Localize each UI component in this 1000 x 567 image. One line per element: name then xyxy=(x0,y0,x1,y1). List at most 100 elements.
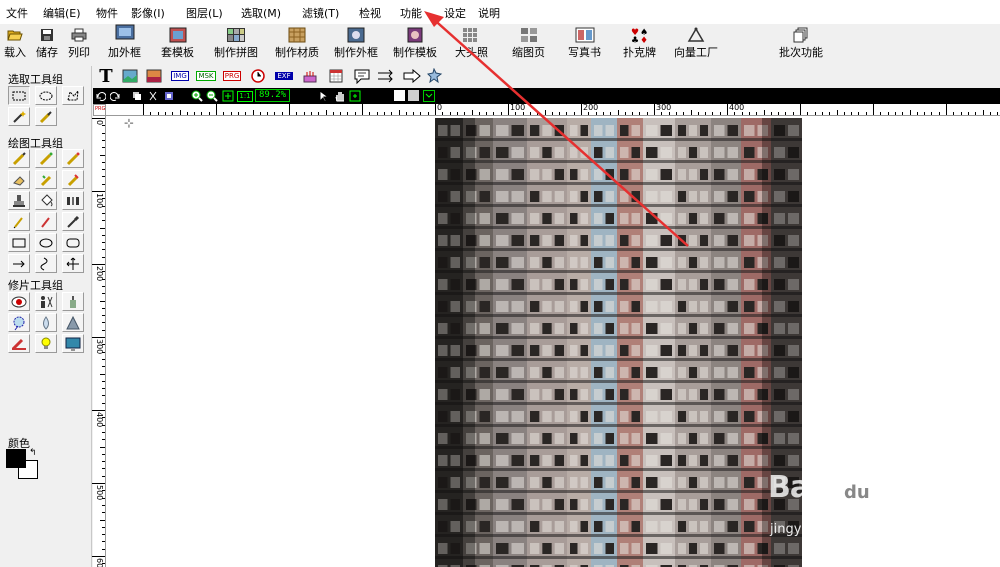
red-eye-tool[interactable] xyxy=(8,292,30,311)
exf-button[interactable]: EXF xyxy=(273,66,295,86)
menu-settings[interactable]: 设定 xyxy=(444,5,466,21)
star-shape-button[interactable] xyxy=(425,66,447,86)
clock-button[interactable] xyxy=(247,66,269,86)
template-button[interactable]: 套模板 xyxy=(161,26,194,60)
zoom-out-button[interactable] xyxy=(206,90,218,102)
gray-canvas-swatch[interactable] xyxy=(408,90,419,101)
clone-tool[interactable] xyxy=(35,292,57,311)
swap-colors-icon[interactable]: ↰ xyxy=(29,449,37,458)
insert-image-button[interactable] xyxy=(119,66,141,86)
msk-layer-button[interactable]: MSK xyxy=(195,66,217,86)
menu-help[interactable]: 说明 xyxy=(478,5,500,21)
menu-view[interactable]: 检视 xyxy=(359,5,381,21)
cake-button[interactable] xyxy=(299,66,321,86)
arrow-shape-button[interactable] xyxy=(401,66,423,86)
color-select-tool[interactable] xyxy=(35,107,57,126)
img-layer-button[interactable]: IMG xyxy=(169,66,191,86)
insert-photo-button[interactable] xyxy=(143,66,165,86)
canvas-dropdown[interactable] xyxy=(423,90,435,102)
red-pen-tool[interactable] xyxy=(35,212,57,231)
dodge-tool[interactable] xyxy=(62,292,84,311)
photo-book-button[interactable]: 写真书 xyxy=(568,26,601,60)
menu-filter[interactable]: 滤镜(T) xyxy=(302,5,339,21)
vector-factory-button[interactable]: 向量工厂 xyxy=(674,26,718,60)
ruler-label: 400 xyxy=(729,103,745,112)
load-button[interactable]: 载入 xyxy=(4,26,26,60)
eraser-tool[interactable] xyxy=(8,170,30,189)
copy-button[interactable] xyxy=(131,90,143,102)
menu-edit[interactable]: 编辑(E) xyxy=(43,5,81,21)
ruler-tick xyxy=(486,112,488,115)
paste-button[interactable] xyxy=(163,90,175,102)
line-tool[interactable] xyxy=(8,254,30,273)
blur-tool[interactable] xyxy=(35,313,57,332)
move-tool[interactable] xyxy=(62,254,84,273)
big-head-button[interactable]: 大头照 xyxy=(455,26,488,60)
menu-select[interactable]: 选取(M) xyxy=(241,5,281,21)
document-photo[interactable] xyxy=(435,118,802,567)
blemish-tool[interactable] xyxy=(8,313,30,332)
text-tool-button[interactable]: T xyxy=(95,66,117,87)
print-button[interactable]: 列印 xyxy=(68,26,90,60)
canvas-area[interactable]: PRG 0 100 200 300 400 0 100 200 300 400 500 600 ⊹ … xyxy=(92,103,1000,567)
connector-button[interactable] xyxy=(375,66,397,86)
ellipse-select-tool[interactable] xyxy=(35,86,57,105)
ruler-tick xyxy=(102,169,105,171)
airbrush-tool[interactable] xyxy=(35,149,57,168)
gradient-tool[interactable] xyxy=(62,191,84,210)
crop-button[interactable] xyxy=(349,90,361,102)
thumb-page-button[interactable]: 缩图页 xyxy=(512,26,545,60)
zoom-in-button[interactable] xyxy=(191,90,203,102)
zoom-out-icon xyxy=(206,90,218,102)
ruler-tick xyxy=(741,112,743,115)
speech-bubble-button[interactable] xyxy=(351,66,373,86)
calendar-button[interactable] xyxy=(325,66,347,86)
screen-tool[interactable] xyxy=(62,334,84,353)
menu-function[interactable]: 功能 xyxy=(400,5,422,21)
color-brush-tool[interactable] xyxy=(8,334,30,353)
fit-window-button[interactable] xyxy=(222,90,234,102)
pointer-button[interactable] xyxy=(318,90,330,102)
sharpen-icon xyxy=(67,173,79,186)
make-frame-button[interactable]: 制作外框 xyxy=(334,26,378,60)
save-button[interactable]: 储存 xyxy=(36,26,58,60)
pencil-tool[interactable] xyxy=(8,149,30,168)
collage-button[interactable]: 制作拼图 xyxy=(214,26,258,60)
sharpen-tool[interactable] xyxy=(62,170,84,189)
sharpen-cone-tool[interactable] xyxy=(62,313,84,332)
prg-layer-button[interactable]: PRG xyxy=(221,66,243,86)
batch-button[interactable]: 批次功能 xyxy=(779,26,823,60)
foreground-color-swatch[interactable] xyxy=(6,449,26,468)
menu-image[interactable]: 影像(I) xyxy=(131,5,165,21)
lasso-select-tool[interactable] xyxy=(62,86,84,105)
ruler-tick xyxy=(493,112,495,115)
stamp-tool[interactable] xyxy=(8,191,30,210)
menu-file[interactable]: 文件 xyxy=(6,5,28,21)
ruler-label: 100 xyxy=(95,193,104,209)
highlighter-tool[interactable] xyxy=(62,149,84,168)
actual-size-button[interactable]: 1:1 xyxy=(237,90,253,102)
material-button[interactable]: 制作材质 xyxy=(275,26,319,60)
ruler-tick xyxy=(946,103,947,115)
rect-select-tool[interactable] xyxy=(8,86,30,105)
menu-layer[interactable]: 图层(L) xyxy=(186,5,223,21)
eyedropper-tool[interactable] xyxy=(62,212,84,231)
magic-wand-tool[interactable] xyxy=(8,107,30,126)
poker-button[interactable]: ♥ ♠ ♣ ♦ 扑克牌 xyxy=(623,26,656,60)
hand-button[interactable] xyxy=(334,90,346,102)
lighten-tool[interactable] xyxy=(35,334,57,353)
rounded-rect-tool[interactable] xyxy=(62,233,84,252)
menu-object[interactable]: 物件 xyxy=(96,5,118,21)
curve-tool[interactable] xyxy=(35,254,57,273)
redo-button[interactable] xyxy=(109,90,121,102)
undo-button[interactable] xyxy=(95,90,107,102)
white-canvas-swatch[interactable] xyxy=(394,90,405,101)
fill-tool[interactable] xyxy=(35,191,57,210)
pen-tool[interactable] xyxy=(8,212,30,231)
cut-button[interactable] xyxy=(147,90,159,102)
smudge-tool[interactable] xyxy=(35,170,57,189)
ellipse-tool[interactable] xyxy=(35,233,57,252)
rectangle-tool[interactable] xyxy=(8,233,30,252)
make-template-button[interactable]: 制作模板 xyxy=(393,26,437,60)
add-frame-button[interactable]: 加外框 xyxy=(108,24,141,60)
